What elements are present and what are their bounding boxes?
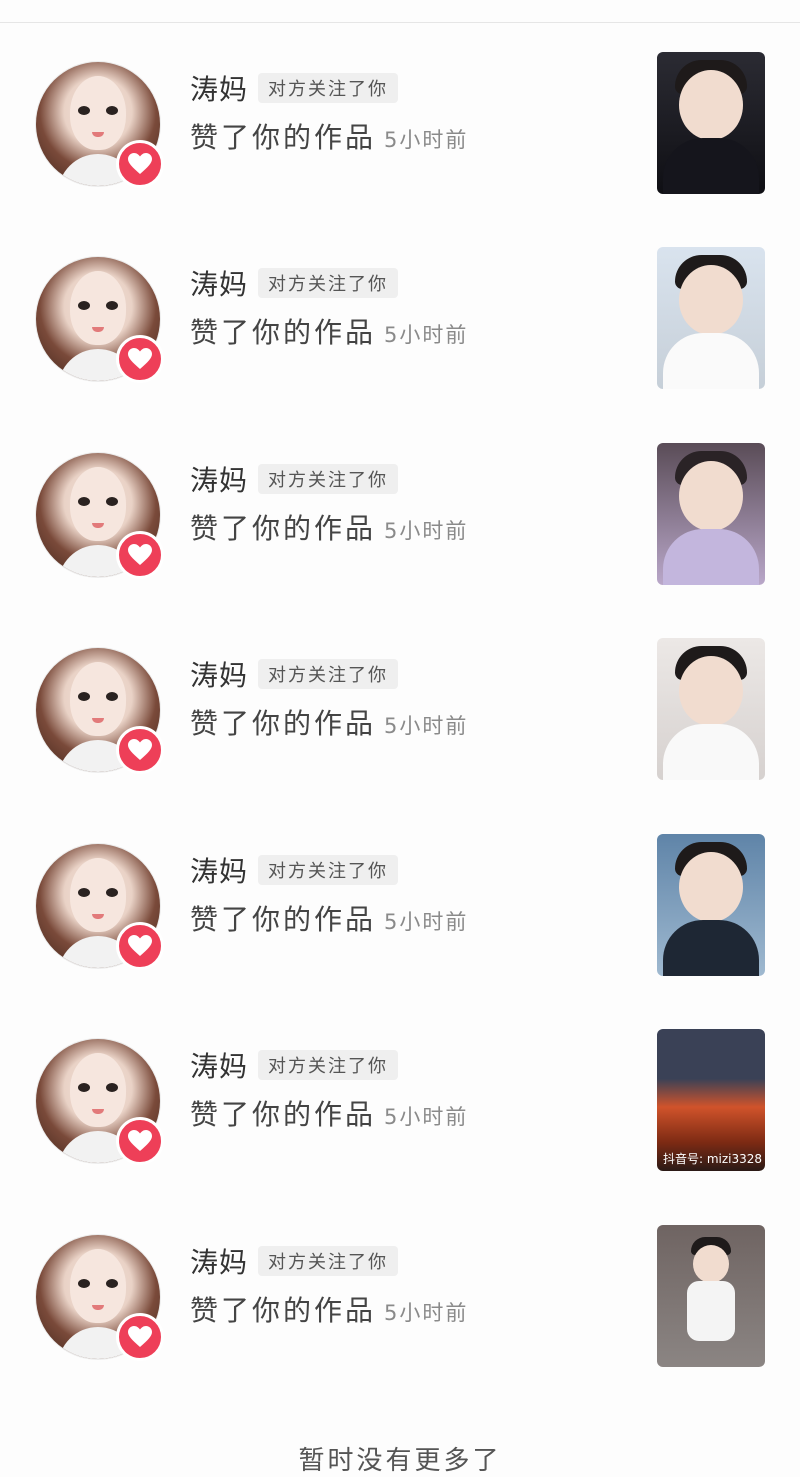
action-text: 赞了你的作品 <box>190 707 377 740</box>
notification-row[interactable]: 涛妈 对方关注了你 赞了你的作品 5小时前 抖音号: mizi3328 <box>0 1027 800 1177</box>
heart-icon <box>116 922 164 970</box>
action-text: 赞了你的作品 <box>190 1098 377 1131</box>
timestamp: 5小时前 <box>384 1105 469 1129</box>
action-text: 赞了你的作品 <box>190 1294 377 1327</box>
notification-row[interactable]: 涛妈 对方关注了你 赞了你的作品 5小时前 <box>0 832 800 982</box>
follow-tag: 对方关注了你 <box>258 464 399 494</box>
heart-icon <box>116 1117 164 1165</box>
timestamp: 5小时前 <box>384 714 469 738</box>
notification-text: 涛妈 对方关注了你 赞了你的作品 5小时前 <box>190 1045 630 1133</box>
notification-row[interactable]: 涛妈 对方关注了你 赞了你的作品 5小时前 <box>0 1223 800 1373</box>
video-thumbnail[interactable]: 抖音号: mizi3328 <box>657 1029 765 1171</box>
notification-row[interactable]: 涛妈 对方关注了你 赞了你的作品 5小时前 <box>0 441 800 591</box>
thumbnail-watermark: 抖音号: mizi3328 <box>663 1152 763 1166</box>
timestamp: 5小时前 <box>384 910 469 934</box>
timestamp: 5小时前 <box>384 323 469 347</box>
follow-tag: 对方关注了你 <box>258 73 399 103</box>
user-name[interactable]: 涛妈 <box>190 459 248 499</box>
top-divider <box>0 22 800 23</box>
follow-tag: 对方关注了你 <box>258 268 399 298</box>
notification-text: 涛妈 对方关注了你 赞了你的作品 5小时前 <box>190 68 630 156</box>
follow-tag: 对方关注了你 <box>258 1246 399 1276</box>
heart-icon <box>116 1313 164 1361</box>
user-name[interactable]: 涛妈 <box>190 263 248 303</box>
notification-text: 涛妈 对方关注了你 赞了你的作品 5小时前 <box>190 459 630 547</box>
action-text: 赞了你的作品 <box>190 316 377 349</box>
notification-text: 涛妈 对方关注了你 赞了你的作品 5小时前 <box>190 1241 630 1329</box>
user-name[interactable]: 涛妈 <box>190 654 248 694</box>
follow-tag: 对方关注了你 <box>258 1050 399 1080</box>
timestamp: 5小时前 <box>384 519 469 543</box>
notification-text: 涛妈 对方关注了你 赞了你的作品 5小时前 <box>190 850 630 938</box>
user-name[interactable]: 涛妈 <box>190 1045 248 1085</box>
follow-tag: 对方关注了你 <box>258 659 399 689</box>
video-thumbnail[interactable] <box>657 638 765 780</box>
timestamp: 5小时前 <box>384 1301 469 1325</box>
end-of-list-text: 暂时没有更多了 <box>298 1446 502 1476</box>
notification-text: 涛妈 对方关注了你 赞了你的作品 5小时前 <box>190 654 630 742</box>
heart-icon <box>116 140 164 188</box>
video-thumbnail[interactable] <box>657 247 765 389</box>
video-thumbnail[interactable] <box>657 52 765 194</box>
user-name[interactable]: 涛妈 <box>190 850 248 890</box>
heart-icon <box>116 726 164 774</box>
notification-row[interactable]: 涛妈 对方关注了你 赞了你的作品 5小时前 <box>0 245 800 395</box>
video-thumbnail[interactable] <box>657 834 765 976</box>
video-thumbnail[interactable] <box>657 443 765 585</box>
notification-row[interactable]: 涛妈 对方关注了你 赞了你的作品 5小时前 <box>0 636 800 786</box>
timestamp: 5小时前 <box>384 128 469 152</box>
video-thumbnail[interactable] <box>657 1225 765 1367</box>
action-text: 赞了你的作品 <box>190 903 377 936</box>
action-text: 赞了你的作品 <box>190 121 377 154</box>
heart-icon <box>116 531 164 579</box>
user-name[interactable]: 涛妈 <box>190 68 248 108</box>
user-name[interactable]: 涛妈 <box>190 1241 248 1281</box>
heart-icon <box>116 335 164 383</box>
follow-tag: 对方关注了你 <box>258 855 399 885</box>
action-text: 赞了你的作品 <box>190 512 377 545</box>
notification-row[interactable]: 涛妈 对方关注了你 赞了你的作品 5小时前 <box>0 50 800 200</box>
notification-text: 涛妈 对方关注了你 赞了你的作品 5小时前 <box>190 263 630 351</box>
